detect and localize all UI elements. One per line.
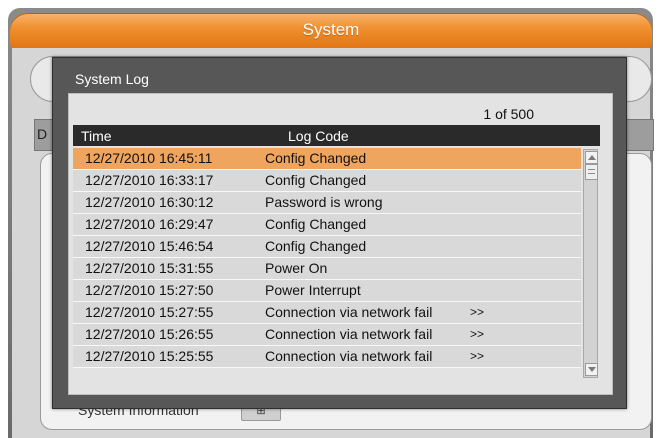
page-counter: 1 of 500	[483, 106, 534, 122]
log-code-cell: Config Changed	[265, 172, 367, 188]
log-time-cell: 12/27/2010 16:45:11	[85, 150, 213, 166]
log-panel: 1 of 500 Time Log Code 12/27/2010 16:45:…	[68, 93, 613, 395]
table-row[interactable]: 12/27/2010 16:45:11 Config Changed	[73, 148, 581, 170]
log-code-cell: Connection via network fail	[265, 348, 433, 364]
log-code-cell: Config Changed	[265, 238, 367, 254]
table-row[interactable]: 12/27/2010 16:30:12 Password is wrong	[73, 192, 581, 214]
table-row[interactable]: 12/27/2010 15:27:55 Connection via networ…	[73, 302, 581, 324]
table-row[interactable]: 12/27/2010 15:25:55 Connection via networ…	[73, 346, 581, 368]
scroll-thumb-grip-icon[interactable]	[585, 164, 598, 180]
log-time-cell: 12/27/2010 15:46:54	[85, 238, 214, 254]
table-row[interactable]: 12/27/2010 16:29:47 Config Changed	[73, 214, 581, 236]
details-expand-link[interactable]: >>	[470, 327, 484, 341]
log-code-cell: Power Interrupt	[265, 282, 361, 298]
table-row[interactable]: 12/27/2010 15:31:55 Power On	[73, 258, 581, 280]
log-rows: 12/27/2010 16:45:11 Config Changed 12/27/2…	[73, 148, 581, 378]
log-code-cell: Connection via network fail	[265, 326, 433, 342]
log-code-cell: Config Changed	[265, 150, 367, 166]
vertical-scrollbar[interactable]	[583, 149, 598, 378]
details-expand-link[interactable]: >>	[470, 349, 484, 363]
log-time-cell: 12/27/2010 15:26:55	[85, 326, 214, 342]
log-code-cell: Power On	[265, 260, 328, 276]
log-time-cell: 12/27/2010 15:25:55	[85, 348, 214, 364]
table-row[interactable]: 12/27/2010 16:33:17 Config Changed	[73, 170, 581, 192]
table-row[interactable]: 12/27/2010 15:26:55 Connection via networ…	[73, 324, 581, 346]
scroll-up-arrow-icon[interactable]	[585, 151, 598, 164]
log-code-cell: Connection via network fail	[265, 304, 433, 320]
window-title: System	[302, 20, 360, 39]
table-row[interactable]: 12/27/2010 15:46:54 Config Changed	[73, 236, 581, 258]
log-time-cell: 12/27/2010 16:33:17	[85, 172, 214, 188]
background-header-letter: D	[37, 126, 48, 142]
table-row[interactable]: 12/27/2010 15:27:50 Power Interrupt	[73, 280, 581, 302]
log-code-cell: Config Changed	[265, 216, 367, 232]
log-time-cell: 12/27/2010 16:29:47	[85, 216, 214, 232]
dialog-title: System Log	[75, 71, 149, 87]
title-bar: System	[10, 13, 652, 49]
column-header-log-code[interactable]: Log Code	[288, 128, 349, 144]
column-header-time[interactable]: Time	[81, 128, 112, 144]
log-time-cell: 12/27/2010 15:27:55	[85, 304, 214, 320]
log-time-cell: 12/27/2010 15:31:55	[85, 260, 214, 276]
scroll-down-arrow-icon[interactable]	[585, 363, 598, 376]
log-time-cell: 12/27/2010 15:27:50	[85, 282, 214, 298]
log-time-cell: 12/27/2010 16:30:12	[85, 194, 214, 210]
system-log-dialog: System Log 1 of 500 Time Log Code 12/27/…	[52, 57, 627, 409]
log-code-cell: Password is wrong	[265, 194, 383, 210]
table-header: Time Log Code	[73, 125, 600, 146]
details-expand-link[interactable]: >>	[470, 305, 484, 319]
